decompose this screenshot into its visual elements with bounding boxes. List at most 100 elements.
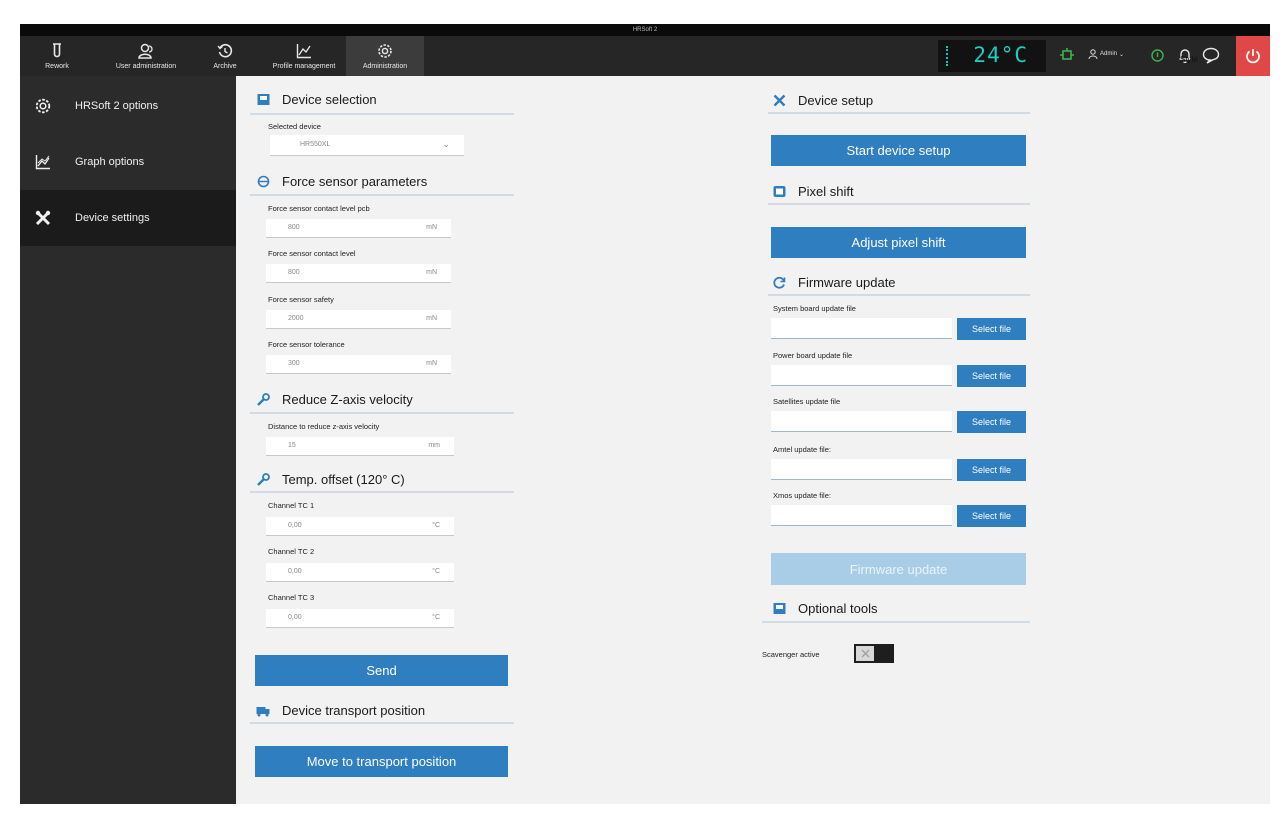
nav-administration[interactable]: Administration — [346, 36, 424, 76]
field-label: Force sensor safety — [268, 295, 334, 304]
pixel-shift-icon — [772, 185, 786, 199]
input-value: 800 — [288, 269, 300, 276]
nav-label: Rework — [45, 63, 69, 70]
sidebar-item-label: Device settings — [75, 212, 150, 224]
satellites-file-input[interactable] — [771, 411, 952, 432]
input-unit: °C — [432, 568, 440, 575]
nav-archive[interactable]: Archive — [200, 36, 250, 76]
user-name: Admin — [1100, 51, 1118, 57]
gear-icon — [376, 42, 394, 60]
sidebar-item-device-settings[interactable]: Device settings — [20, 190, 236, 246]
force-contact-pcb-input[interactable]: 800 mN — [266, 219, 451, 238]
force-contact-input[interactable]: 800 mN — [266, 264, 451, 283]
transport-title: Device transport position — [282, 703, 426, 718]
graph-icon — [34, 153, 52, 171]
input-value: 0,00 — [288, 522, 302, 529]
section-divider — [250, 491, 514, 493]
sidebar: HRSoft 2 options Graph options Device se… — [20, 76, 236, 804]
power-board-file-input[interactable] — [771, 365, 952, 386]
channel-tc1-input[interactable]: 0,00 °C — [266, 517, 454, 536]
field-label: Amtel update file: — [773, 445, 831, 454]
select-file-button[interactable]: Select file — [957, 318, 1026, 340]
tools-icon — [34, 209, 52, 227]
temperature-display: 24°C — [938, 40, 1046, 72]
nav-rework[interactable]: Rework — [32, 36, 82, 76]
force-sensor-title: Force sensor parameters — [282, 174, 428, 189]
selected-device-label: Selected device — [268, 122, 321, 131]
input-unit: °C — [432, 614, 440, 621]
field-label: Channel TC 2 — [268, 547, 315, 556]
graph-icon — [295, 42, 313, 60]
system-board-file-input[interactable] — [771, 318, 952, 339]
force-tolerance-input[interactable]: 300 mN — [266, 355, 451, 374]
force-safety-input[interactable]: 2000 mN — [266, 310, 451, 329]
select-file-button[interactable]: Select file — [957, 411, 1026, 433]
select-file-button[interactable]: Select file — [957, 365, 1026, 387]
sidebar-item-hrsoft-options[interactable]: HRSoft 2 options — [20, 78, 236, 134]
section-divider — [768, 294, 1030, 296]
connection-icon — [1060, 48, 1074, 67]
nav-label: Archive — [213, 63, 237, 70]
input-value: 300 — [288, 360, 300, 367]
field-label: Channel TC 3 — [268, 593, 315, 602]
input-value: 15 — [288, 442, 296, 449]
device-setup-title: Device setup — [798, 93, 874, 108]
firmware-header: Firmware update — [772, 275, 896, 290]
field-label: Force sensor contact level pcb — [268, 204, 370, 213]
user-menu[interactable]: Admin ⌄ — [1088, 49, 1124, 59]
send-button[interactable]: Send — [255, 655, 508, 686]
channel-tc2-input[interactable]: 0,00 °C — [266, 563, 454, 582]
users-icon — [137, 42, 155, 60]
input-unit: mN — [426, 224, 437, 231]
device-setup-header: Device setup — [772, 93, 873, 108]
nav-label: User administration — [115, 63, 177, 70]
input-value: 2000 — [288, 315, 304, 322]
select-file-button[interactable]: Select file — [957, 505, 1026, 527]
section-divider — [768, 203, 1030, 205]
move-to-transport-button[interactable]: Move to transport position — [255, 746, 508, 777]
temperature-value: 24°C — [973, 43, 1028, 67]
select-file-button[interactable]: Select file — [957, 459, 1026, 481]
field-label: Force sensor contact level — [268, 249, 356, 258]
adjust-pixel-shift-button[interactable]: Adjust pixel shift — [771, 227, 1026, 258]
xmos-file-input[interactable] — [771, 505, 952, 526]
scavenger-toggle[interactable] — [854, 644, 894, 663]
nav-label: Profile management — [272, 63, 336, 70]
chat-icon[interactable] — [1202, 47, 1220, 69]
firmware-update-button[interactable]: Firmware update — [771, 553, 1026, 585]
power-icon — [1246, 49, 1260, 64]
refresh-icon — [772, 276, 786, 290]
device-selection-header: Device selection — [256, 92, 377, 107]
wrench-icon — [256, 473, 270, 487]
firmware-title: Firmware update — [798, 275, 896, 290]
tube-icon — [48, 42, 66, 60]
chevron-down-icon: ⌄ — [442, 139, 450, 149]
reduce-z-distance-input[interactable]: 15 mm — [266, 437, 454, 456]
wrench-icon — [256, 393, 270, 407]
field-label: Channel TC 1 — [268, 501, 315, 510]
sidebar-item-graph-options[interactable]: Graph options — [20, 134, 236, 190]
nav-user-administration[interactable]: User administration — [98, 36, 194, 76]
app-window: HRSoft 2 Rework User administration Arch… — [20, 24, 1270, 804]
power-button[interactable] — [1236, 36, 1270, 76]
input-value: 0,00 — [288, 568, 302, 575]
info-icon[interactable] — [1151, 49, 1164, 67]
nav-profile-management[interactable]: Profile management — [264, 36, 344, 76]
gear-icon — [34, 97, 52, 115]
start-device-setup-button[interactable]: Start device setup — [771, 135, 1026, 166]
tools-icon — [772, 94, 786, 108]
section-divider — [250, 412, 514, 414]
field-label: Force sensor tolerance — [268, 340, 345, 349]
truck-icon — [256, 704, 270, 718]
input-unit: mN — [426, 315, 437, 322]
channel-tc3-input[interactable]: 0,00 °C — [266, 609, 454, 628]
reduce-z-title: Reduce Z-axis velocity — [282, 392, 413, 407]
section-divider — [250, 722, 514, 724]
sensor-icon — [256, 175, 270, 189]
section-divider — [762, 621, 1030, 623]
amtel-file-input[interactable] — [771, 459, 952, 480]
device-select[interactable]: HR550XL ⌄ — [270, 135, 464, 156]
input-unit: mN — [426, 360, 437, 367]
input-value: 0,00 — [288, 614, 302, 621]
input-unit: °C — [432, 522, 440, 529]
